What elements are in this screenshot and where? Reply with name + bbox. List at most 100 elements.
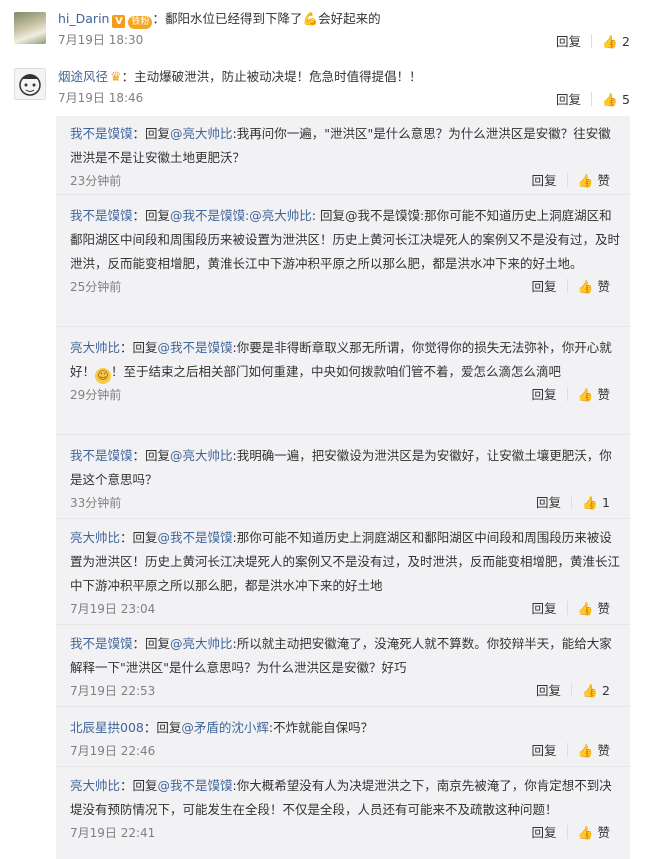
reply-meta: 25分钟前 回复 👍 赞 xyxy=(70,276,622,298)
reply-word: ：回复 xyxy=(120,340,158,355)
like-thumb-icon[interactable]: 👍 xyxy=(578,170,594,192)
like-thumb-icon[interactable]: 👍 xyxy=(578,822,594,844)
like-count: 5 xyxy=(622,92,630,107)
reply-actions: 回复 👍 2 xyxy=(536,680,610,702)
like-thumb-icon[interactable]: 👍 xyxy=(582,680,598,702)
like-thumb-icon[interactable]: 👍 xyxy=(578,740,594,762)
comment-username[interactable]: hi_Darin xyxy=(58,11,109,26)
like-count: 赞 xyxy=(597,743,610,758)
divider xyxy=(56,766,630,767)
like-count: 2 xyxy=(622,34,630,49)
reply-actions: 回复 👍 赞 xyxy=(531,822,610,844)
reply-word: ：回复 xyxy=(120,778,158,793)
reply-item: 北辰星拱008：回复@矛盾的沈小辉:不炸就能自保吗？ 7月19日 22:46 回… xyxy=(70,716,622,762)
avatar[interactable] xyxy=(14,12,46,44)
reply-button[interactable]: 回复 xyxy=(531,173,556,188)
comment-text-tail: 会好起来的 xyxy=(318,11,381,26)
reply-word: ：回复 xyxy=(120,530,158,545)
like-thumb-icon[interactable]: 👍 xyxy=(578,598,594,620)
reply-button[interactable]: 回复 xyxy=(556,92,581,107)
comment-line: 烟途风径 ♛：主动爆破泄洪，防止被动决堤！危急时值得提倡！！ xyxy=(58,66,422,85)
comment-actions: 回复 👍 2 xyxy=(556,31,630,50)
reply-username[interactable]: 我不是馍馍 xyxy=(70,636,133,651)
reply-button[interactable]: 回复 xyxy=(531,279,556,294)
mention-link[interactable]: @亮大帅比 xyxy=(170,126,233,141)
like-thumb-icon[interactable]: 👍 xyxy=(578,276,594,298)
comment-time: 7月19日 18:30 xyxy=(58,33,144,47)
reply-actions: 回复 👍 赞 xyxy=(531,170,610,192)
reply-text: 我不是馍馍：回复@亮大帅比:所以就主动把安徽淹了，没淹死人就不算数。你狡辩半天，… xyxy=(70,632,622,680)
reply-username[interactable]: 我不是馍馍 xyxy=(70,126,133,141)
divider xyxy=(566,279,568,293)
reply-username[interactable]: 亮大帅比 xyxy=(70,530,120,545)
mention-link[interactable]: @我不是馍馍 xyxy=(158,778,233,793)
reply-username[interactable]: 亮大帅比 xyxy=(70,778,120,793)
reply-actions: 回复 👍 赞 xyxy=(531,598,610,620)
reply-username[interactable]: 我不是馍馍 xyxy=(70,448,133,463)
reply-item: 亮大帅比：回复@我不是馍馍:你要是非得断章取义那无所谓，你觉得你的损失无法弥补，… xyxy=(70,336,622,406)
reply-item: 我不是馍馍：回复@亮大帅比:我明确一遍，把安徽设为泄洪区是为安徽好，让安徽土壤更… xyxy=(70,444,622,514)
divider xyxy=(566,743,568,757)
mention-link[interactable]: @矛盾的沈小辉 xyxy=(181,720,269,735)
reply-text: 我不是馍馍：回复@我不是馍馍:@亮大帅比: 回复@我不是馍馍:那你可能不知道历史… xyxy=(70,208,621,271)
reply-button[interactable]: 回复 xyxy=(531,387,556,402)
reply-button[interactable]: 回复 xyxy=(536,683,561,698)
reply-item: 亮大帅比：回复@我不是馍馍:那你可能不知道历史上洞庭湖区和鄱阳湖区中间段和周围段… xyxy=(70,526,622,620)
comment-line: hi_Darin V 铁粉 ：鄱阳水位已经得到下降了💪会好起来的 xyxy=(58,8,381,29)
like-count: 赞 xyxy=(597,279,610,294)
mention-link[interactable]: @我不是馍馍 xyxy=(170,208,245,223)
mention-link[interactable]: @亮大帅比 xyxy=(249,208,312,223)
like-thumb-icon[interactable]: 👍 xyxy=(578,384,594,406)
reply-text: 北辰星拱008：回复@矛盾的沈小辉:不炸就能自保吗？ xyxy=(70,716,622,740)
like-count: 1 xyxy=(602,495,610,510)
divider xyxy=(571,683,573,697)
divider xyxy=(56,326,630,327)
reply-word: ：回复 xyxy=(132,636,171,651)
comment-text: ：鄱阳水位已经得到下降了 xyxy=(152,11,303,26)
flexed-arm-emoji-icon: 💪 xyxy=(302,11,319,26)
mention-link[interactable]: @亮大帅比 xyxy=(170,636,233,651)
reply-text: 我不是馍馍：回复@亮大帅比:我明确一遍，把安徽设为泄洪区是为安徽好，让安徽土壤更… xyxy=(70,444,622,492)
like-count: 2 xyxy=(602,683,610,698)
like-count: 赞 xyxy=(597,173,610,188)
like-thumb-icon[interactable]: 👍 xyxy=(602,92,618,108)
comment-username[interactable]: 烟途风径 xyxy=(58,69,108,84)
reply-word: ：回复 xyxy=(143,720,182,735)
crown-icon: ♛ xyxy=(110,70,122,85)
reply-word: ：回复 xyxy=(132,448,171,463)
avatar[interactable] xyxy=(14,68,46,100)
like-thumb-icon[interactable]: 👍 xyxy=(602,34,618,50)
reply-item: 我不是馍馍：回复@亮大帅比:我再问你一遍，"泄洪区"是什么意思？为什么泄洪区是安… xyxy=(70,122,622,192)
reply-meta: 7月19日 22:53 回复 👍 2 xyxy=(70,680,622,702)
smile-emoji-icon: ☺ xyxy=(95,368,112,384)
reply-time: 23分钟前 xyxy=(70,174,122,188)
divider xyxy=(591,92,593,106)
reply-button[interactable]: 回复 xyxy=(531,601,556,616)
reply-button[interactable]: 回复 xyxy=(556,34,581,49)
fan-badge: 铁粉 xyxy=(128,16,153,29)
cartoon-face-icon xyxy=(19,74,41,96)
reply-time: 7月19日 22:53 xyxy=(70,684,156,698)
reply-username[interactable]: 亮大帅比 xyxy=(70,340,120,355)
replies-panel: 我不是馍馍：回复@亮大帅比:我再问你一遍，"泄洪区"是什么意思？为什么泄洪区是安… xyxy=(56,116,630,859)
divider xyxy=(56,194,630,195)
reply-username[interactable]: 北辰星拱008 xyxy=(70,720,144,735)
reply-button[interactable]: 回复 xyxy=(536,495,561,510)
divider xyxy=(566,173,568,187)
reply-meta: 29分钟前 回复 👍 赞 xyxy=(70,384,622,406)
reply-button[interactable]: 回复 xyxy=(531,743,556,758)
reply-item: 我不是馍馍：回复@我不是馍馍:@亮大帅比: 回复@我不是馍馍:那你可能不知道历史… xyxy=(70,204,622,298)
reply-body: :不炸就能自保吗？ xyxy=(268,720,374,735)
mention-link[interactable]: @我不是馍馍 xyxy=(158,340,233,355)
mention-link[interactable]: @亮大帅比 xyxy=(170,448,233,463)
reply-word: ：回复 xyxy=(132,208,171,223)
like-thumb-icon[interactable]: 👍 xyxy=(582,492,598,514)
reply-item: 亮大帅比：回复@我不是馍馍:你大概希望没有人为决堤泄洪之下，南京先被淹了，你肯定… xyxy=(70,774,622,844)
reply-time: 7月19日 22:41 xyxy=(70,826,156,840)
reply-button[interactable]: 回复 xyxy=(531,825,556,840)
mention-link[interactable]: @我不是馍馍 xyxy=(158,530,233,545)
reply-time: 29分钟前 xyxy=(70,388,122,402)
divider xyxy=(591,34,593,48)
reply-meta: 33分钟前 回复 👍 1 xyxy=(70,492,622,514)
reply-username[interactable]: 我不是馍馍 xyxy=(70,208,133,223)
